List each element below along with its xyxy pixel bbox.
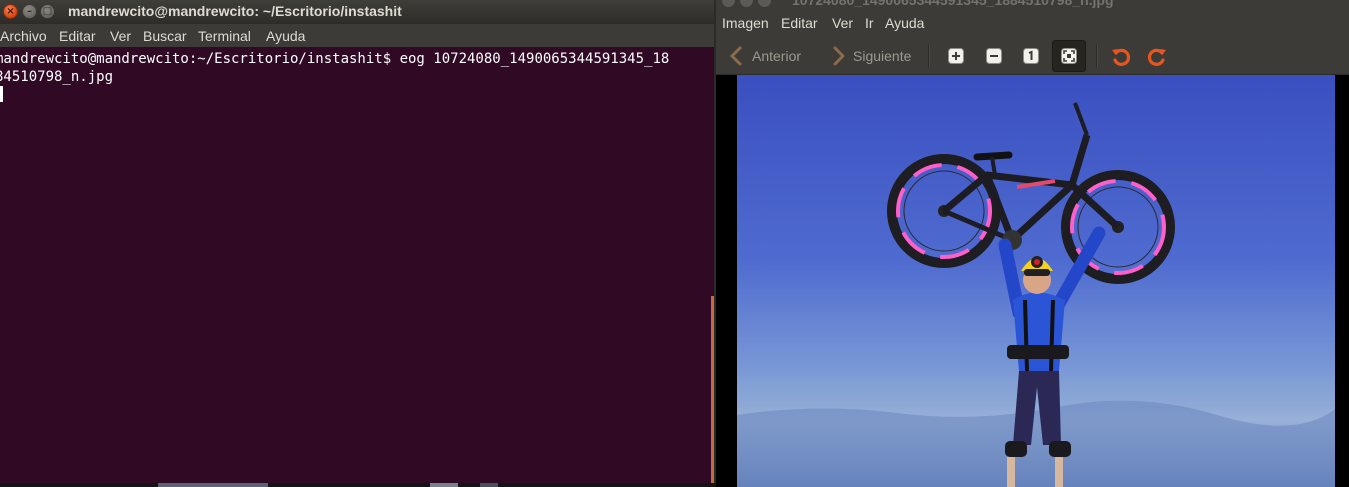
best-fit-icon <box>1061 48 1077 64</box>
menu-ver[interactable]: Ver <box>110 28 131 44</box>
close-icon: × <box>6 6 15 17</box>
image-viewer-window[interactable]: 10724080_1490065344591345_1884510798_n.j… <box>716 0 1349 487</box>
normal-size-icon <box>1023 48 1039 64</box>
rotate-right-button[interactable] <box>1141 40 1175 72</box>
terminal-window[interactable]: × – □ mandrewcito@mandrewcito: ~/Escrito… <box>0 0 716 487</box>
viewer-menubar: Imagen Editar Ver Ir Ayuda <box>716 12 1349 37</box>
maximize-button[interactable]: □ <box>40 4 55 19</box>
menu-ver[interactable]: Ver <box>832 15 853 31</box>
menu-editar[interactable]: Editar <box>781 15 818 31</box>
menu-archivo[interactable]: Archivo <box>0 28 47 44</box>
rotate-left-button[interactable] <box>1103 40 1137 72</box>
menu-ir[interactable]: Ir <box>865 15 874 31</box>
viewer-toolbar: Anterior Siguiente <box>716 37 1349 75</box>
command-line: mandrewcito@mandrewcito:~/Escritorio/ins… <box>0 51 670 67</box>
close-button[interactable] <box>722 0 735 7</box>
menu-terminal[interactable]: Terminal <box>198 28 251 44</box>
minimize-icon: – <box>27 6 32 17</box>
rotate-right-icon <box>1147 48 1166 66</box>
viewer-title: 10724080_1490065344591345_1884510798_n.j… <box>792 0 1114 8</box>
maximize-icon: □ <box>42 6 53 17</box>
minimize-button[interactable] <box>740 0 753 7</box>
maximize-button[interactable] <box>758 0 771 7</box>
normal-size-button[interactable] <box>1014 40 1048 72</box>
image-canvas[interactable] <box>716 75 1349 487</box>
desktop-strip <box>0 483 716 487</box>
chevron-left-icon <box>730 46 742 66</box>
menu-editar[interactable]: Editar <box>59 28 96 44</box>
rotate-left-icon <box>1112 48 1131 66</box>
toolbar-separator <box>1096 44 1098 68</box>
close-button[interactable]: × <box>3 4 18 19</box>
menu-ayuda[interactable]: Ayuda <box>266 28 305 44</box>
zoom-out-button[interactable] <box>977 40 1011 72</box>
menu-imagen[interactable]: Imagen <box>722 15 769 31</box>
taskbar-fragment <box>158 483 268 487</box>
menu-buscar[interactable]: Buscar <box>143 28 187 44</box>
next-button[interactable]: Siguiente <box>829 45 911 67</box>
zoom-out-icon <box>986 48 1002 64</box>
terminal-menubar: Archivo Editar Ver Buscar Terminal Ayuda <box>0 24 716 47</box>
minimize-button[interactable]: – <box>22 4 37 19</box>
zoom-in-button[interactable] <box>939 40 973 72</box>
photo <box>737 75 1335 487</box>
terminal-title: mandrewcito@mandrewcito: ~/Escritorio/in… <box>68 3 402 19</box>
command-line-wrap: 84510798_n.jpg <box>0 69 114 85</box>
taskbar-fragment <box>480 483 498 487</box>
previous-label: Anterior <box>752 48 802 64</box>
terminal-output[interactable]: mandrewcito@mandrewcito:~/Escritorio/ins… <box>0 50 716 86</box>
text-cursor <box>0 86 3 102</box>
next-label: Siguiente <box>853 48 912 64</box>
taskbar-fragment <box>430 483 458 487</box>
best-fit-button[interactable] <box>1052 40 1086 72</box>
terminal-titlebar[interactable]: × – □ mandrewcito@mandrewcito: ~/Escrito… <box>0 0 716 24</box>
viewer-titlebar[interactable]: 10724080_1490065344591345_1884510798_n.j… <box>716 0 1349 12</box>
menu-ayuda[interactable]: Ayuda <box>885 15 924 31</box>
photo-rider-lifting-bike <box>737 75 1335 487</box>
previous-button[interactable]: Anterior <box>728 45 801 67</box>
toolbar-separator <box>928 44 930 68</box>
chevron-right-icon <box>833 46 845 66</box>
zoom-in-icon <box>948 48 964 64</box>
